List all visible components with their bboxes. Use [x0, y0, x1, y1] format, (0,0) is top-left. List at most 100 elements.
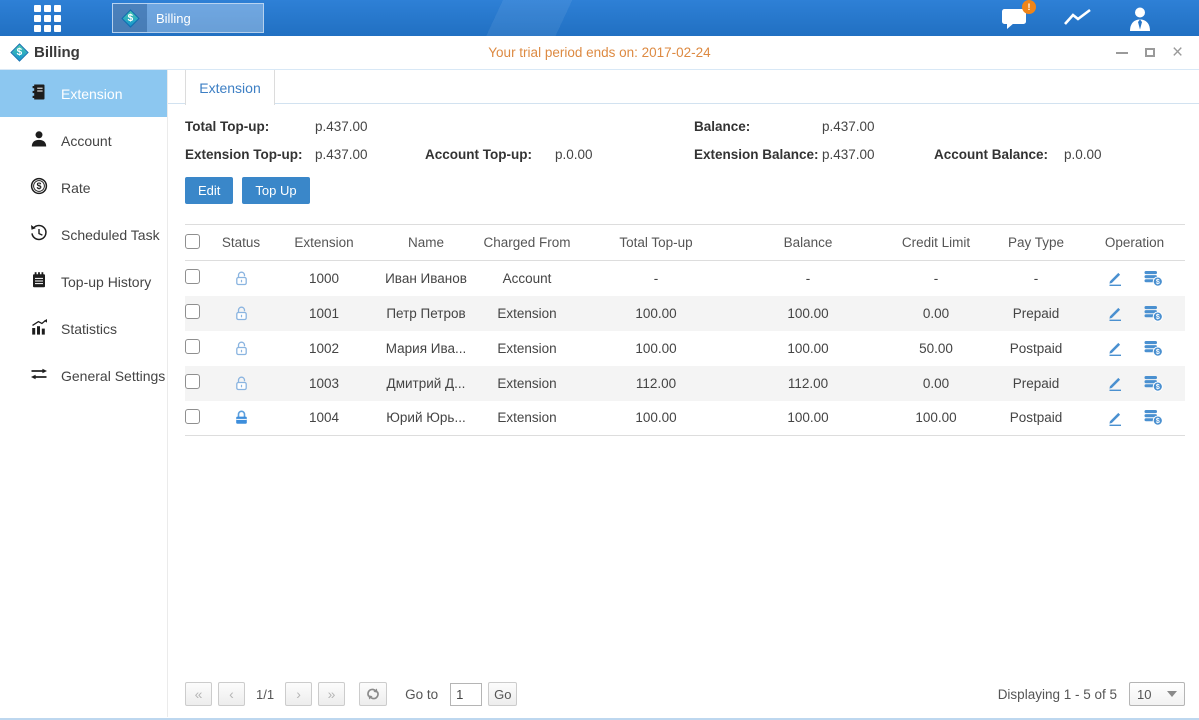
- reports-chart-icon[interactable]: [1064, 7, 1091, 29]
- cell-extension: 1003: [270, 366, 378, 401]
- cell-pay-type: Postpaid: [988, 331, 1084, 366]
- user-icon[interactable]: [1127, 6, 1153, 31]
- cell-credit-limit: -: [884, 261, 988, 296]
- balance-label: Balance:: [694, 119, 822, 134]
- extensions-table: Status Extension Name Charged From Total…: [185, 224, 1185, 436]
- cell-total-topup: 100.00: [580, 401, 732, 436]
- sidebar-item-general-settings[interactable]: General Settings: [0, 352, 167, 399]
- lock-closed-icon: [233, 409, 250, 426]
- sidebar-item-topup-history[interactable]: Top-up History: [0, 258, 167, 305]
- sidebar-item-label: General Settings: [61, 368, 165, 384]
- page-size-value: 10: [1137, 687, 1151, 702]
- cell-total-topup: 100.00: [580, 331, 732, 366]
- address-book-icon: [30, 83, 48, 104]
- dollar-circle-icon: $: [30, 177, 48, 198]
- cell-credit-limit: 100.00: [884, 401, 988, 436]
- edit-row-icon[interactable]: [1106, 304, 1124, 322]
- cell-charged-from: Extension: [474, 401, 580, 436]
- person-icon: [30, 130, 48, 151]
- table-row: 1000 Иван Иванов Account - - - - $: [185, 261, 1185, 296]
- cell-name: Иван Иванов: [378, 261, 474, 296]
- cell-name: Петр Петров: [378, 296, 474, 331]
- topup-row-icon[interactable]: $: [1144, 270, 1163, 287]
- svg-text:$: $: [1156, 279, 1160, 286]
- billing-diamond-icon: $: [113, 4, 147, 32]
- page-size-select[interactable]: 10: [1129, 682, 1185, 706]
- edit-row-icon[interactable]: [1106, 374, 1124, 392]
- prev-page-button[interactable]: ‹: [218, 682, 245, 706]
- tab-extension[interactable]: Extension: [185, 70, 275, 105]
- total-topup-value: p.437.00: [315, 119, 425, 134]
- sidebar-item-label: Top-up History: [61, 274, 151, 290]
- cell-credit-limit: 50.00: [884, 331, 988, 366]
- cell-charged-from: Extension: [474, 366, 580, 401]
- row-checkbox[interactable]: [185, 304, 200, 319]
- select-all-checkbox[interactable]: [185, 234, 200, 249]
- billing-diamond-icon: $: [10, 43, 28, 61]
- edit-button[interactable]: Edit: [185, 177, 233, 204]
- refresh-button[interactable]: [359, 682, 387, 706]
- col-operation: Operation: [1084, 225, 1185, 261]
- col-charged-from: Charged From: [474, 225, 580, 261]
- lock-open-icon: [233, 270, 250, 287]
- topup-row-icon[interactable]: $: [1144, 340, 1163, 357]
- table-row: 1002 Мария Ива... Extension 100.00 100.0…: [185, 331, 1185, 366]
- col-name: Name: [378, 225, 474, 261]
- col-total-topup: Total Top-up: [580, 225, 732, 261]
- first-page-button[interactable]: «: [185, 682, 212, 706]
- messages-icon[interactable]: !: [1001, 7, 1028, 30]
- last-page-button[interactable]: »: [318, 682, 345, 706]
- goto-page-input[interactable]: [450, 683, 482, 706]
- sidebar-item-label: Account: [61, 133, 112, 149]
- row-checkbox[interactable]: [185, 409, 200, 424]
- row-checkbox[interactable]: [185, 269, 200, 284]
- refresh-icon: [365, 686, 381, 702]
- tab-strip: Extension: [168, 70, 1199, 104]
- sidebar-item-account[interactable]: Account: [0, 117, 167, 164]
- window-title: Billing: [34, 44, 80, 61]
- svg-text:$: $: [1156, 384, 1160, 391]
- minimize-button[interactable]: [1114, 45, 1129, 60]
- edit-row-icon[interactable]: [1106, 339, 1124, 357]
- next-page-button[interactable]: ›: [285, 682, 312, 706]
- sidebar-item-scheduled-task[interactable]: Scheduled Task: [0, 211, 167, 258]
- row-checkbox[interactable]: [185, 339, 200, 354]
- cell-name: Дмитрий Д...: [378, 366, 474, 401]
- sidebar-item-label: Statistics: [61, 321, 117, 337]
- close-button[interactable]: ×: [1170, 45, 1185, 60]
- edit-row-icon[interactable]: [1106, 269, 1124, 287]
- history-clock-icon: [30, 224, 48, 245]
- sidebar-item-extension[interactable]: Extension: [0, 70, 167, 117]
- cell-extension: 1002: [270, 331, 378, 366]
- cell-balance: 112.00: [732, 366, 884, 401]
- table-row: 1004 Юрий Юрь... Extension 100.00 100.00…: [185, 401, 1185, 436]
- cell-total-topup: 112.00: [580, 366, 732, 401]
- maximize-button[interactable]: [1142, 45, 1157, 60]
- pagination-bar: « ‹ 1/1 › » Go to Go: [185, 671, 1185, 717]
- window-titlebar: $ Billing Your trial period ends on: 201…: [0, 36, 1199, 70]
- topup-row-icon[interactable]: $: [1144, 305, 1163, 322]
- sidebar-item-rate[interactable]: $ Rate: [0, 164, 167, 211]
- topup-button[interactable]: Top Up: [242, 177, 309, 204]
- taskbar-billing-tab[interactable]: $ Billing: [112, 3, 264, 33]
- extension-balance-label: Extension Balance:: [694, 147, 822, 162]
- displaying-text: Displaying 1 - 5 of 5: [998, 687, 1117, 702]
- notification-badge: !: [1022, 0, 1036, 14]
- row-checkbox[interactable]: [185, 374, 200, 389]
- cell-charged-from: Account: [474, 261, 580, 296]
- cell-pay-type: Postpaid: [988, 401, 1084, 436]
- topup-row-icon[interactable]: $: [1144, 409, 1163, 426]
- sidebar-item-label: Scheduled Task: [61, 227, 160, 243]
- svg-text:$: $: [1156, 314, 1160, 321]
- extension-topup-value: p.437.00: [315, 147, 425, 162]
- go-button[interactable]: Go: [488, 682, 517, 706]
- sidebar-item-statistics[interactable]: Statistics: [0, 305, 167, 352]
- cell-credit-limit: 0.00: [884, 366, 988, 401]
- cell-name: Мария Ива...: [378, 331, 474, 366]
- apps-grid-icon[interactable]: [34, 5, 61, 32]
- taskbar: $ Billing !: [0, 0, 1199, 36]
- topup-row-icon[interactable]: $: [1144, 375, 1163, 392]
- edit-row-icon[interactable]: [1106, 409, 1124, 427]
- cell-total-topup: -: [580, 261, 732, 296]
- svg-text:$: $: [1156, 349, 1160, 356]
